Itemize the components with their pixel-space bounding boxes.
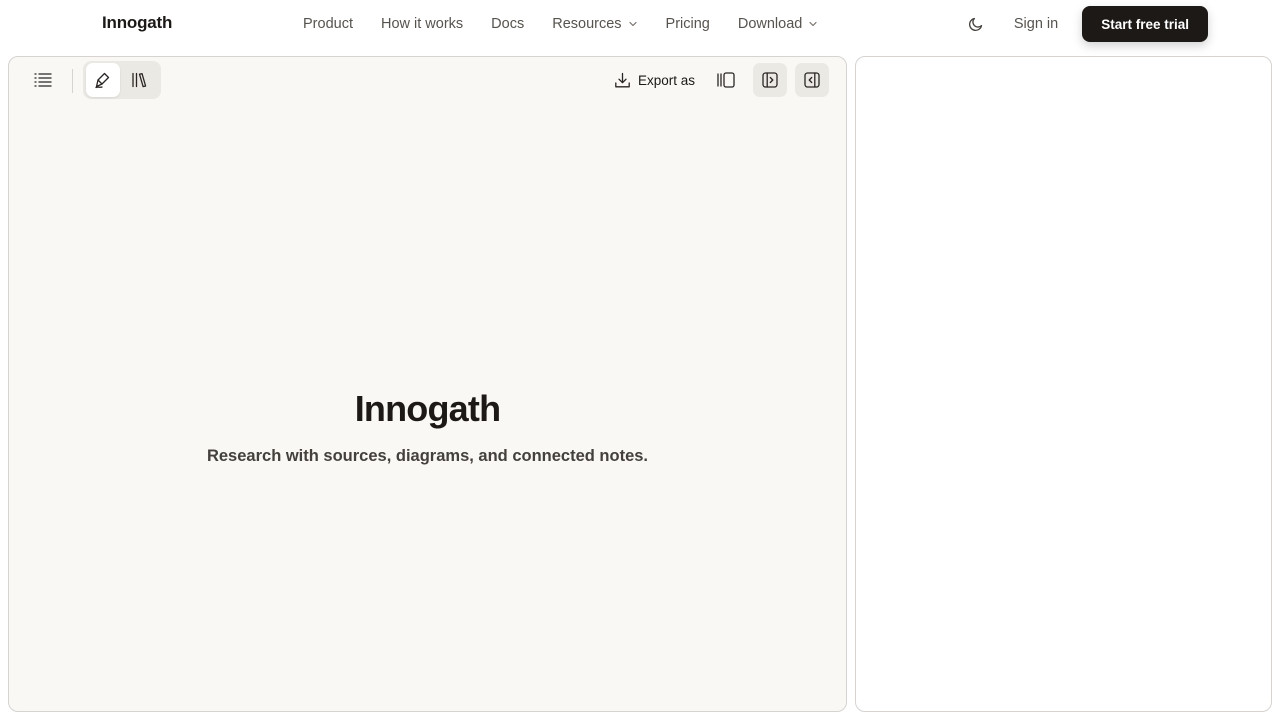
library-icon xyxy=(132,72,147,88)
panel-expand-icon xyxy=(762,72,778,88)
nav-link-resources[interactable]: Resources xyxy=(552,16,637,32)
edit-mode-button[interactable] xyxy=(86,63,120,97)
export-label: Export as xyxy=(638,72,696,88)
hero: Innogath Research with sources, diagrams… xyxy=(9,387,846,466)
nav-link-pricing[interactable]: Pricing xyxy=(666,16,710,32)
nav-link-label: How it works xyxy=(380,16,464,32)
download-icon xyxy=(615,72,630,87)
nav-link-label: Download xyxy=(737,16,803,32)
chevron-down-icon xyxy=(809,21,817,27)
top-navigation: Innogath Product How it works Docs Resou… xyxy=(0,0,1280,48)
mode-switcher xyxy=(83,61,161,99)
theme-toggle-button[interactable] xyxy=(958,6,994,42)
nav-link-label: Pricing xyxy=(665,16,710,32)
editor-toolbar: Export as xyxy=(9,57,846,105)
hero-subtitle: Research with sources, diagrams, and con… xyxy=(206,447,649,465)
start-free-trial-button[interactable]: Start free trial xyxy=(1082,6,1208,42)
toolbar-divider xyxy=(72,69,73,93)
nav-link-docs[interactable]: Docs xyxy=(491,16,524,32)
moon-icon xyxy=(968,17,983,32)
list-icon xyxy=(34,73,52,87)
nav-actions: Sign in Start free trial xyxy=(958,6,1208,42)
pen-edit-icon xyxy=(95,72,110,89)
chevron-down-icon xyxy=(628,21,637,27)
nav-link-label: Resources xyxy=(552,16,622,32)
nav-link-product[interactable]: Product xyxy=(303,16,353,32)
preview-panel xyxy=(855,56,1272,712)
sign-in-link[interactable]: Sign in xyxy=(1014,16,1058,32)
library-mode-button[interactable] xyxy=(122,63,156,97)
editor-panel: Export as Innogath Research with sources… xyxy=(8,56,847,712)
column-layout-icon xyxy=(717,72,735,88)
nav-link-label: Docs xyxy=(491,16,525,32)
brand-logo[interactable]: Innogath xyxy=(102,13,172,33)
panel-collapse-icon xyxy=(804,72,820,88)
collapse-panel-button[interactable] xyxy=(795,63,829,97)
expand-panel-button[interactable] xyxy=(753,63,787,97)
nav-link-how-it-works[interactable]: How it works xyxy=(381,16,463,32)
nav-link-download[interactable]: Download xyxy=(738,16,819,32)
hero-title: Innogath xyxy=(354,388,501,429)
column-layout-button[interactable] xyxy=(709,63,743,97)
nav-link-label: Product xyxy=(303,16,353,32)
nav-links: Product How it works Docs Resources Pric… xyxy=(303,15,846,33)
menu-button[interactable] xyxy=(26,63,60,97)
export-button[interactable]: Export as xyxy=(612,63,697,97)
